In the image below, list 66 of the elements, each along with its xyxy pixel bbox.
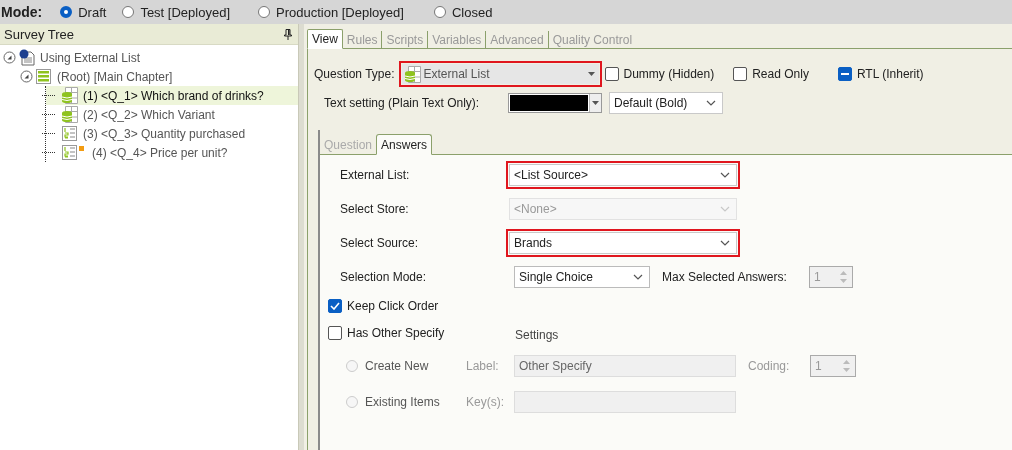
radio-button[interactable] (122, 6, 135, 18)
caret-icon (592, 101, 599, 105)
database-grid-icon (61, 106, 78, 123)
field-label: Select Store: (340, 202, 410, 216)
tab[interactable]: View (307, 29, 343, 49)
caret-icon (633, 274, 643, 280)
caret-icon (720, 172, 730, 178)
field-label: Selection Mode: (340, 270, 428, 284)
caret-icon (720, 206, 730, 212)
radio-label[interactable]: Test [Deployed] (140, 4, 230, 20)
caret-icon (720, 240, 730, 246)
dropdown[interactable]: <List Source> (509, 164, 737, 186)
dropdown: <None> (509, 198, 737, 220)
checkbox-label[interactable]: Read Only (752, 67, 809, 81)
field-label: Text setting (Plain Text Only): (324, 96, 481, 110)
field-label: Max Selected Answers: (662, 270, 788, 284)
collapse-toggle-icon[interactable] (20, 70, 33, 83)
numbered-list-icon (61, 144, 78, 161)
dropdown[interactable]: External List (401, 64, 599, 84)
dropdown[interactable]: Default (Bold) (609, 92, 723, 114)
dropdown[interactable]: Single Choice (514, 266, 650, 288)
collapse-toggle-icon[interactable] (3, 51, 16, 64)
caret-icon (587, 72, 595, 76)
tree-item[interactable]: (Root) [Main Chapter] (0, 67, 298, 86)
checkbox-label[interactable]: RTL (Inherit) (856, 67, 924, 81)
spin-arrows-icon (839, 269, 848, 285)
checkbox-label[interactable]: Has Other Specify (347, 326, 445, 340)
input-field[interactable] (514, 391, 736, 413)
list-icon (35, 68, 52, 85)
radio-button[interactable] (433, 6, 446, 18)
radio-label[interactable]: Production [Deployed] (276, 4, 404, 20)
tree-item[interactable]: Using External List (0, 48, 298, 67)
checkbox[interactable] (733, 67, 748, 81)
radio-button[interactable] (258, 6, 270, 18)
field-label: Coding: (748, 359, 791, 373)
field-label: Label: (466, 359, 500, 373)
dash-icon (840, 73, 849, 75)
checkbox[interactable] (328, 326, 342, 340)
checkbox[interactable] (837, 67, 852, 81)
panel-title: Survey Tree (4, 26, 75, 42)
pin-icon (284, 28, 292, 40)
check-icon (330, 302, 340, 310)
numbered-list-icon (61, 125, 78, 142)
spin-arrows-icon (842, 358, 851, 374)
caret-icon (706, 100, 716, 106)
checkbox[interactable] (328, 299, 342, 313)
spinner-field: 1 (810, 355, 856, 377)
dropdown[interactable]: Brands (509, 232, 737, 254)
tab[interactable]: Answers (376, 134, 433, 155)
color-picker[interactable] (508, 93, 602, 113)
spinner-field: 1 (809, 266, 853, 288)
checkbox-label[interactable]: Dummy (Hidden) (623, 67, 715, 81)
field-label: Question Type: (314, 67, 395, 81)
radio-label[interactable]: Closed (451, 4, 493, 20)
radio-label[interactable]: Draft (78, 4, 107, 20)
mode-label: Mode: (1, 4, 43, 20)
radio-button[interactable] (60, 6, 73, 18)
section-label: Settings (515, 327, 559, 342)
field-label: Select Source: (340, 236, 420, 250)
field-label: Key(s): (466, 395, 505, 409)
database-grid-icon (403, 65, 421, 83)
field-label: External List: (340, 168, 411, 182)
database-grid-icon (61, 87, 78, 104)
document-icon (18, 49, 35, 66)
checkbox-label[interactable]: Keep Click Order (347, 299, 439, 313)
checkbox[interactable] (604, 67, 619, 81)
